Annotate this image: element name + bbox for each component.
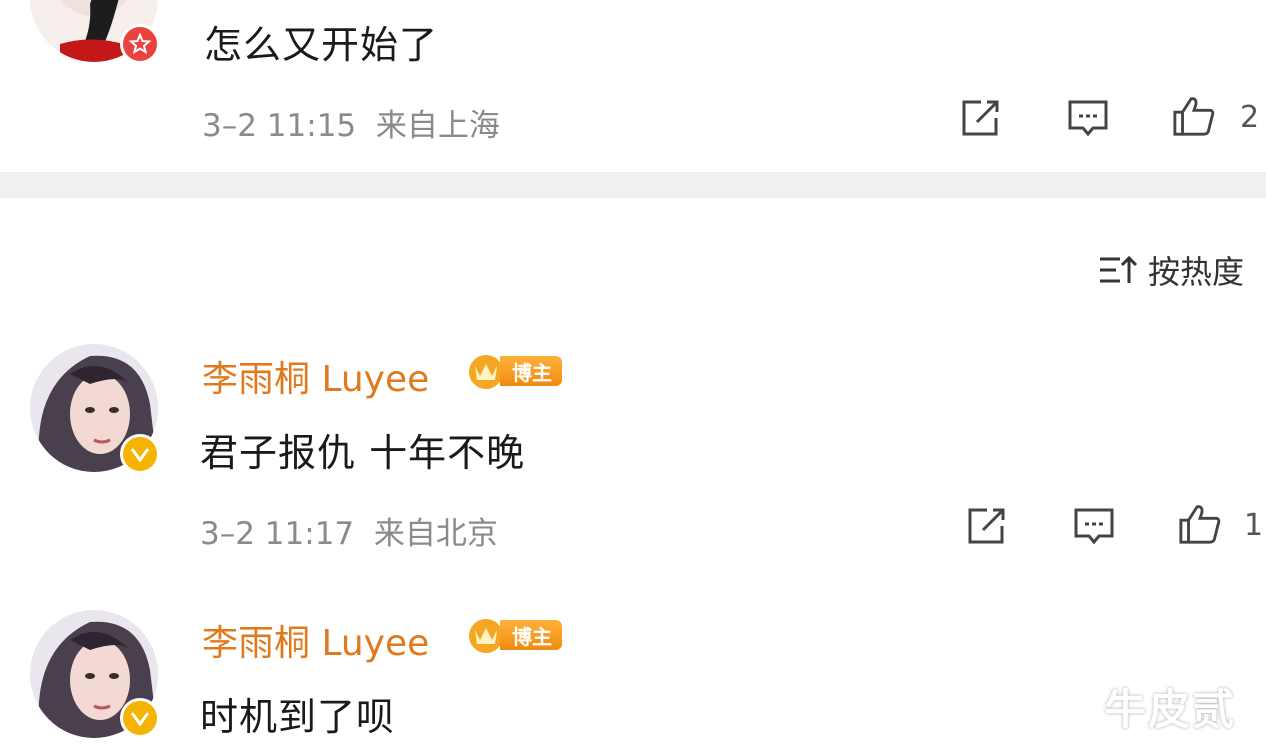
comment-text: 君子报仇 十年不晚 <box>200 431 526 475</box>
verified-badge-icon <box>120 24 160 64</box>
sort-label: 按热度 <box>1148 253 1245 291</box>
watermark: 牛皮贰 <box>1104 685 1237 734</box>
share-button[interactable] <box>964 504 1008 548</box>
comment-location: 来自上海 <box>375 108 500 144</box>
blogger-tag-label: 博主 <box>500 356 562 386</box>
like-count: 2 <box>1240 100 1260 135</box>
verified-badge-icon <box>120 434 160 474</box>
comment-button[interactable] <box>1072 504 1116 548</box>
share-icon <box>968 508 1005 544</box>
comment-list <box>0 198 1266 752</box>
comment-button[interactable] <box>1066 96 1110 140</box>
username[interactable]: 李雨桐 Luyee <box>202 350 429 402</box>
blogger-tag: 博主 <box>466 616 562 654</box>
comment-location: 来自北京 <box>373 516 498 552</box>
comment-text: 时机到了呗 <box>200 695 396 739</box>
section-divider <box>0 172 1266 198</box>
sort-icon <box>1100 255 1138 283</box>
thumbs-up-icon <box>1179 505 1221 544</box>
share-button[interactable] <box>958 96 1002 140</box>
comment-card-1: 怎么又开始了 3–2 11:15 来自上海 2 <box>0 0 1266 172</box>
comment-icon <box>1074 508 1114 545</box>
comment-time: 3–2 11:15 <box>202 108 357 144</box>
like-button[interactable] <box>1178 502 1222 546</box>
comment-text: 怎么又开始了 <box>204 23 439 67</box>
like-count: 1 <box>1244 508 1264 543</box>
blogger-tag-label: 博主 <box>500 620 562 650</box>
like-button[interactable] <box>1172 94 1216 138</box>
comment-time: 3–2 11:17 <box>200 516 355 552</box>
verified-badge-icon <box>120 698 160 738</box>
comment-meta: 3–2 11:15 来自上海 <box>202 100 500 145</box>
comment-meta: 3–2 11:17 来自北京 <box>200 508 498 553</box>
blogger-tag: 博主 <box>466 352 562 390</box>
thumbs-up-icon <box>1173 97 1215 136</box>
comment-icon <box>1068 100 1108 137</box>
share-icon <box>962 100 999 136</box>
username[interactable]: 李雨桐 Luyee <box>202 614 429 666</box>
sort-button[interactable]: 按热度 <box>1098 248 1244 292</box>
